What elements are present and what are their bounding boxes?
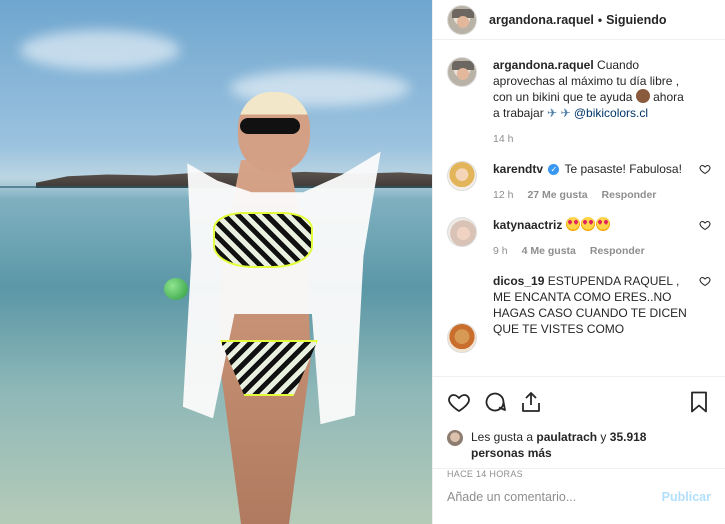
sunglasses [240, 118, 300, 134]
verified-badge-icon: ✓ [548, 164, 560, 176]
publish-button[interactable]: Publicar [662, 490, 711, 504]
buoy [164, 278, 188, 300]
post-header: argandona.raquel • Siguiendo [433, 0, 725, 40]
post-actions: Les gusta a paulatrach y 35.918 personas… [433, 376, 725, 479]
comment-box: Publicar [433, 468, 725, 524]
caption: argandona.raquel Cuando aprovechas al má… [447, 57, 711, 147]
heart-eyes-emoji-icon [565, 217, 580, 231]
comment-username[interactable]: katynaactriz [493, 218, 562, 232]
comment-time[interactable]: 12 h [493, 187, 513, 203]
avatar[interactable] [447, 4, 477, 35]
liker-username[interactable]: paulatrach [536, 430, 597, 444]
likes-summary: Les gusta a paulatrach y 35.918 personas… [447, 429, 711, 461]
comment-username[interactable]: dicos_19 [493, 274, 544, 288]
likes-prefix: Les gusta a [471, 430, 534, 444]
comment-time[interactable]: 14 h [493, 131, 513, 147]
bookmark-icon[interactable] [687, 390, 711, 414]
post-photo[interactable] [0, 0, 432, 524]
avatar[interactable] [447, 217, 477, 247]
comment-item: dicos_19 ESTUPENDA RAQUEL , ME ENCANTA C… [447, 273, 711, 353]
comment-likes[interactable]: 4 Me gusta [522, 243, 576, 259]
comment-likes[interactable]: 27 Me gusta [527, 187, 587, 203]
airplane-emoji-icon: ✈ [560, 106, 571, 120]
heart-icon[interactable] [699, 163, 711, 175]
following-button[interactable]: Siguiendo [606, 13, 666, 27]
avatar[interactable] [447, 161, 477, 191]
comment-icon[interactable] [483, 390, 507, 414]
heart-eyes-emoji-icon [580, 217, 595, 231]
comment-input[interactable] [447, 489, 662, 504]
comments-list[interactable]: argandona.raquel Cuando aprovechas al má… [433, 41, 725, 375]
mention-link[interactable]: @bikicolors.cl [574, 106, 648, 120]
comment-item: katynaactriz 9 h 4 Me gusta Responder [447, 217, 711, 259]
heart-icon[interactable] [699, 275, 711, 287]
avatar[interactable] [447, 430, 463, 446]
comment-item: karendtv ✓ Te pasaste! Fabulosa! 12 h 27… [447, 161, 711, 203]
avatar[interactable] [447, 57, 477, 87]
comment-text: Te pasaste! Fabulosa! [564, 162, 682, 176]
heart-eyes-emoji-icon [595, 217, 610, 231]
airplane-emoji-icon: ✈ [547, 106, 558, 120]
heart-icon[interactable] [699, 219, 711, 231]
comment-time[interactable]: 9 h [493, 243, 508, 259]
share-icon[interactable] [519, 390, 543, 414]
bikini-top [213, 212, 313, 268]
comment-username[interactable]: karendtv [493, 162, 543, 176]
header-username[interactable]: argandona.raquel [489, 13, 594, 27]
caption-username[interactable]: argandona.raquel [493, 58, 594, 72]
post-sidebar: argandona.raquel • Siguiendo argandona.r… [432, 0, 725, 524]
reply-button[interactable]: Responder [602, 187, 657, 203]
cloud [20, 30, 180, 70]
header-separator: • [597, 12, 603, 27]
monkey-emoji-icon [635, 89, 650, 103]
avatar[interactable] [447, 323, 477, 353]
likes-connector: y [600, 430, 607, 444]
reply-button[interactable]: Responder [590, 243, 645, 259]
heart-icon[interactable] [447, 390, 471, 414]
